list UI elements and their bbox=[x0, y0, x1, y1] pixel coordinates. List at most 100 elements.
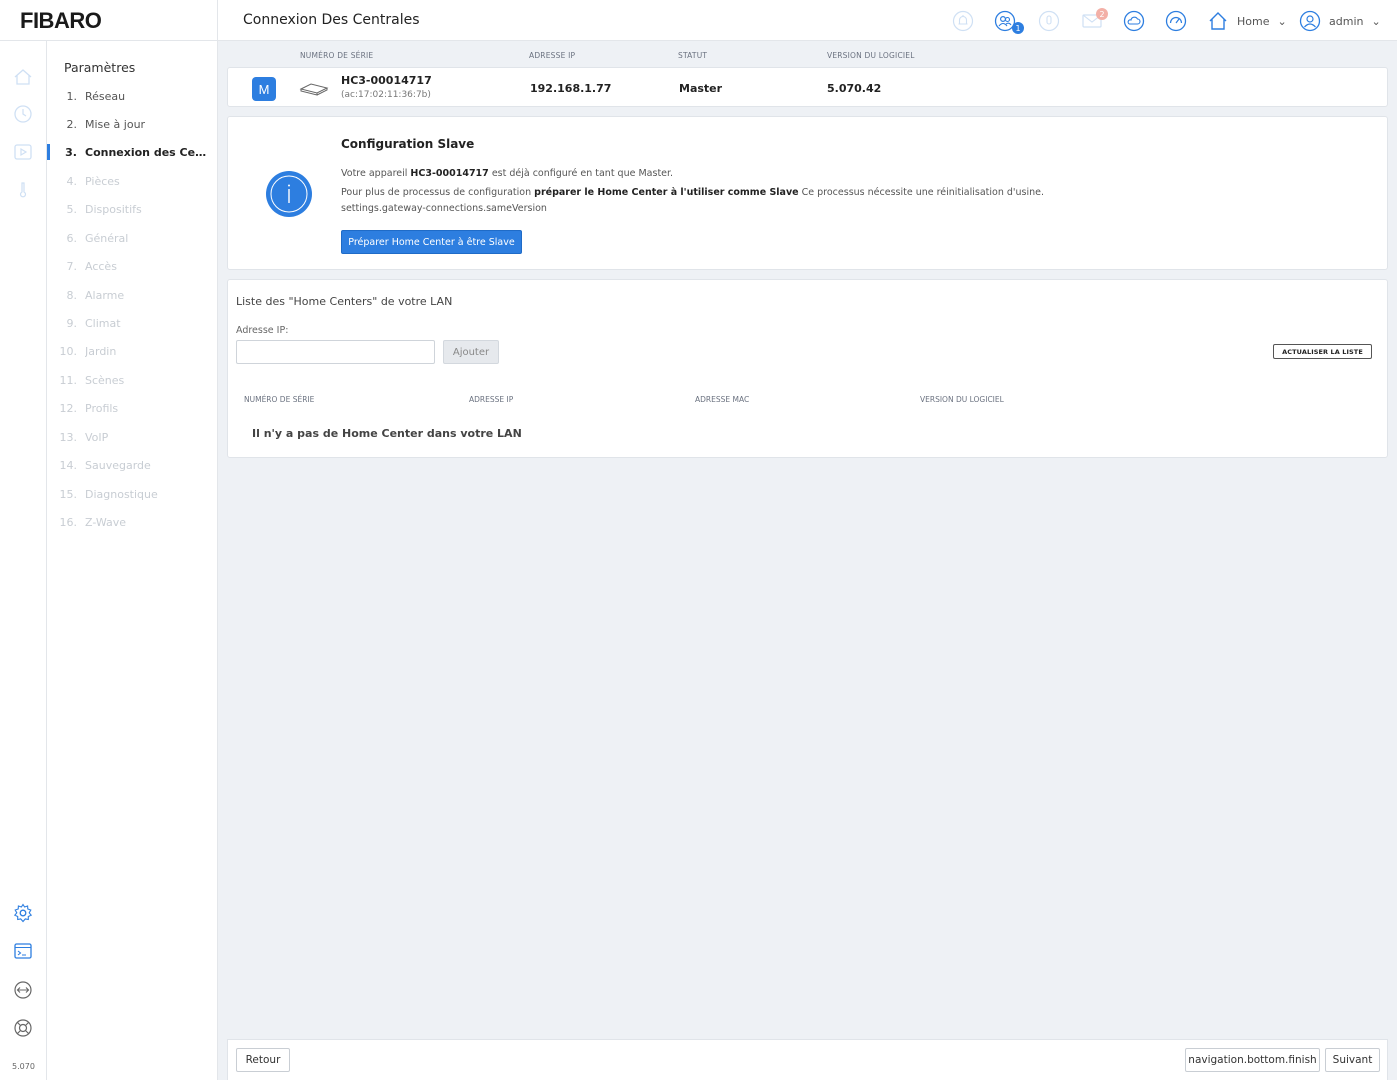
sidebar-item-backup: 14. Sauvegarde bbox=[47, 454, 218, 476]
play-icon[interactable] bbox=[13, 142, 33, 162]
home-icon[interactable] bbox=[13, 67, 33, 87]
item-label: VoIP bbox=[85, 430, 109, 444]
top-header: FIBARO Connexion Des Centrales 1 2 Home … bbox=[0, 0, 1397, 41]
config-line-master: Votre appareil HC3-00014717 est déjà con… bbox=[341, 168, 673, 179]
alarm-icon[interactable] bbox=[952, 10, 974, 32]
item-label: Jardin bbox=[85, 344, 117, 358]
dashboard-gauge-icon[interactable] bbox=[1165, 10, 1187, 32]
config-title: Configuration Slave bbox=[341, 137, 475, 151]
empty-list-message: Il n'y a pas de Home Center dans votre L… bbox=[252, 427, 522, 440]
item-number: 11. bbox=[59, 373, 78, 387]
plugins-icon[interactable] bbox=[13, 980, 33, 1000]
item-number: 7. bbox=[66, 259, 78, 273]
column-header: VERSION DU LOGICIEL bbox=[920, 395, 1004, 404]
gateway-row[interactable]: M HC3-00014717 (ac:17:02:11:36:7b) 192.1… bbox=[227, 67, 1388, 107]
sidebar-item-voip: 13. VoIP bbox=[47, 426, 218, 448]
settings-sidebar: Paramètres 1. Réseau 2. Mise à jour 3. Conn… bbox=[47, 41, 218, 1080]
lan-title: Liste des "Home Centers" de votre LAN bbox=[236, 295, 453, 308]
item-label: Pièces bbox=[85, 174, 120, 188]
sidebar-title: Paramètres bbox=[64, 60, 136, 75]
refresh-list-button[interactable]: ACTUALISER LA LISTE bbox=[1273, 344, 1372, 359]
user-label: admin bbox=[1329, 14, 1364, 28]
item-label: Diagnostique bbox=[85, 487, 158, 501]
home-label: Home bbox=[1237, 14, 1270, 28]
weather-icon[interactable] bbox=[1123, 10, 1145, 32]
ip-label: Adresse IP: bbox=[236, 325, 289, 336]
sidebar-item-scenes: 11. Scènes bbox=[47, 369, 218, 391]
fibaro-logo[interactable]: FIBARO bbox=[0, 0, 218, 41]
lan-list-card: Liste des "Home Centers" de votre LAN Ad… bbox=[227, 279, 1388, 458]
item-label: Général bbox=[85, 231, 129, 245]
line-serial: HC3-00014717 bbox=[410, 168, 489, 179]
item-label: Accès bbox=[85, 259, 117, 273]
sidebar-item-gateway-connections[interactable]: 3. Connexion des Centrales bbox=[47, 141, 218, 163]
gateway-version: 5.070.42 bbox=[827, 82, 882, 95]
item-label: Profils bbox=[85, 401, 119, 415]
main-content: NUMÉRO DE SÉRIE ADRESSE IP STATUT VERSIO… bbox=[218, 41, 1397, 1080]
house-icon bbox=[1209, 12, 1227, 30]
column-header: NUMÉRO DE SÉRIE bbox=[244, 395, 315, 404]
ip-address-input[interactable] bbox=[236, 340, 435, 364]
sidebar-item-alarm: 8. Alarme bbox=[47, 284, 218, 306]
column-header: ADRESSE IP bbox=[469, 395, 514, 404]
gateway-status: Master bbox=[679, 82, 723, 95]
sidebar-item-climate: 9. Climat bbox=[47, 312, 218, 334]
page-title: Connexion Des Centrales bbox=[243, 12, 420, 28]
gateway-mac: (ac:17:02:11:36:7b) bbox=[341, 90, 431, 100]
item-number: 4. bbox=[66, 174, 78, 188]
back-button[interactable]: Retour bbox=[236, 1048, 290, 1072]
slave-config-card: Configuration Slave Votre appareil HC3-0… bbox=[227, 116, 1388, 270]
line-text: Pour plus de processus de configuration bbox=[341, 187, 532, 198]
config-line-process: Pour plus de processus de configuration … bbox=[341, 187, 1044, 198]
add-button[interactable]: Ajouter bbox=[443, 340, 499, 364]
item-number: 12. bbox=[59, 401, 78, 415]
item-label: Dispositifs bbox=[85, 202, 142, 216]
master-badge: M bbox=[252, 77, 276, 101]
next-button[interactable]: Suivant bbox=[1325, 1048, 1380, 1072]
sidebar-item-access: 7. Accès bbox=[47, 255, 218, 277]
item-number: 10. bbox=[59, 344, 78, 358]
item-label: Scènes bbox=[85, 373, 125, 387]
item-number: 15. bbox=[59, 487, 78, 501]
line-text: Ce processus nécessite une réinitialisat… bbox=[801, 187, 1045, 198]
finish-button[interactable]: navigation.bottom.finish bbox=[1185, 1048, 1320, 1072]
gateway-device-icon bbox=[299, 83, 329, 96]
home-selector[interactable]: Home ⌄ bbox=[1207, 9, 1287, 33]
item-number: 14. bbox=[59, 458, 78, 472]
user-menu[interactable]: admin ⌄ bbox=[1299, 9, 1381, 33]
prepare-slave-button[interactable]: Préparer Home Center à être Slave bbox=[341, 230, 522, 254]
icon-rail: 5.070 bbox=[0, 41, 47, 1080]
item-number: 9. bbox=[66, 316, 78, 330]
chevron-down-icon: ⌄ bbox=[1277, 14, 1287, 28]
thermometer-icon[interactable] bbox=[13, 180, 33, 200]
gateway-serial: HC3-00014717 bbox=[341, 74, 432, 87]
help-icon[interactable] bbox=[13, 1018, 33, 1038]
config-line-version: settings.gateway-connections.sameVersion bbox=[341, 203, 547, 214]
terminal-icon[interactable] bbox=[13, 941, 33, 961]
column-header: VERSION DU LOGICIEL bbox=[827, 51, 915, 60]
mail-badge: 2 bbox=[1096, 8, 1108, 20]
column-header: ADRESSE IP bbox=[529, 51, 576, 60]
item-number: 6. bbox=[66, 231, 78, 245]
sidebar-item-update[interactable]: 2. Mise à jour bbox=[47, 113, 218, 135]
item-label: Climat bbox=[85, 316, 121, 330]
line-text: Votre appareil bbox=[341, 168, 408, 179]
item-label: Z-Wave bbox=[85, 515, 127, 529]
item-label: Sauvegarde bbox=[85, 458, 151, 472]
sidebar-item-zwave: 16. Z-Wave bbox=[47, 511, 218, 533]
microphone-icon[interactable] bbox=[1038, 10, 1060, 32]
sidebar-item-garden: 10. Jardin bbox=[47, 340, 218, 362]
item-number: 13. bbox=[59, 430, 78, 444]
item-label: Mise à jour bbox=[85, 117, 146, 131]
sidebar-item-network[interactable]: 1. Réseau bbox=[47, 85, 218, 107]
item-number: 2. bbox=[66, 117, 78, 131]
line-bold: préparer le Home Center à l'utiliser com… bbox=[534, 187, 799, 198]
user-avatar-icon bbox=[1299, 10, 1321, 32]
column-header: ADRESSE MAC bbox=[695, 395, 750, 404]
item-number: 16. bbox=[59, 515, 78, 529]
settings-icon[interactable] bbox=[13, 903, 33, 923]
gateway-ip: 192.168.1.77 bbox=[530, 82, 612, 95]
item-label: Alarme bbox=[85, 288, 125, 302]
column-header: NUMÉRO DE SÉRIE bbox=[300, 51, 374, 60]
clock-icon[interactable] bbox=[13, 104, 33, 124]
